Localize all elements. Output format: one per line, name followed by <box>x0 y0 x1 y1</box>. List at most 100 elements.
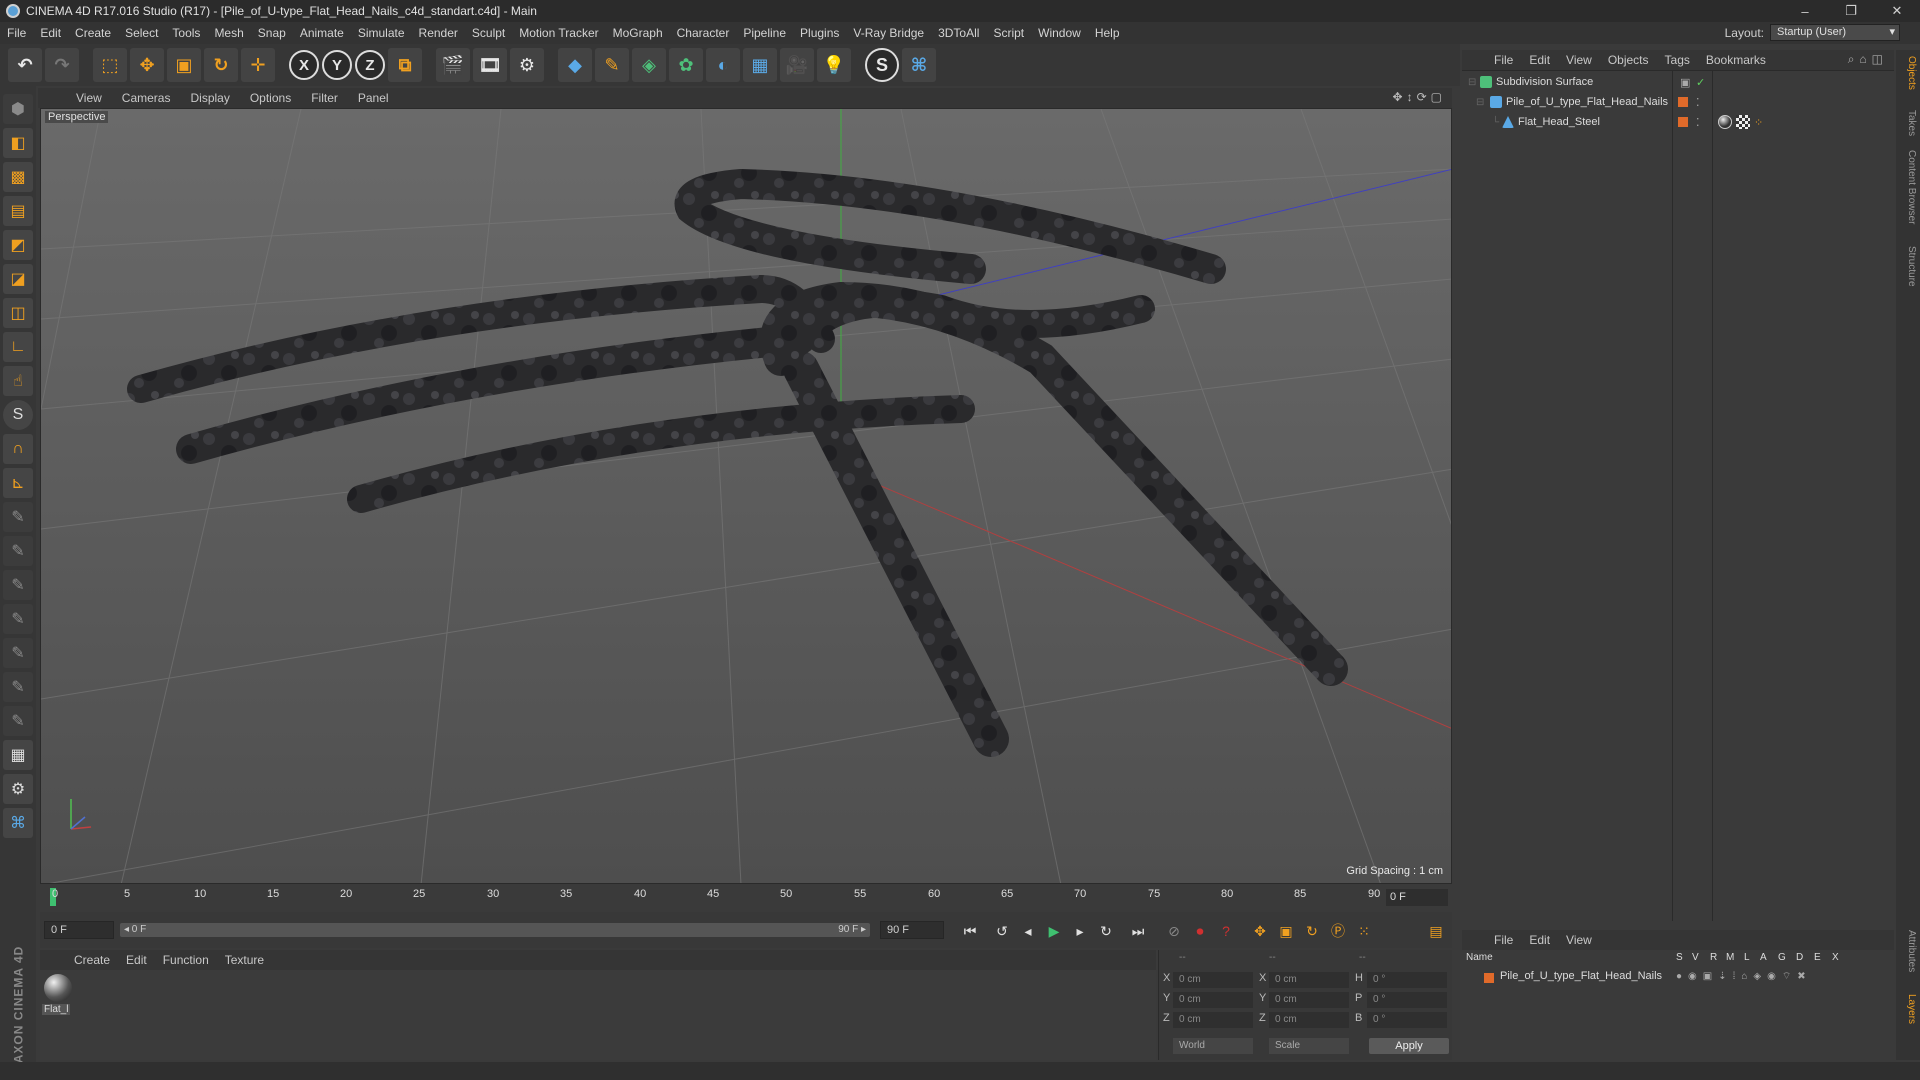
layer-menu-view[interactable]: View <box>1558 933 1600 947</box>
material-menu-texture[interactable]: Texture <box>217 953 272 967</box>
layer-toggle-icons[interactable]: ●◉▣⇣⁞⌂◈◉⌔✖ <box>1676 970 1812 983</box>
magnet-icon[interactable]: ∩ <box>3 434 33 464</box>
menu-animate[interactable]: Animate <box>293 26 351 40</box>
layout-dropdown[interactable]: Startup (User) <box>1770 24 1900 41</box>
coordinate-system-icon[interactable]: ⧉ <box>388 48 422 82</box>
side-tab-layers[interactable]: Layers <box>1899 994 1917 1024</box>
make-editable-icon[interactable]: ⬢ <box>3 94 33 124</box>
next-frame-icon[interactable]: ▸ <box>1068 920 1092 942</box>
go-to-start-icon[interactable]: ⏮ <box>958 920 982 942</box>
axis-mode-icon[interactable]: ∟ <box>3 332 33 362</box>
size-x-field[interactable]: 0 cm <box>1269 972 1349 988</box>
key-position-icon[interactable]: ✥ <box>1248 920 1272 942</box>
tweak-mode-icon[interactable]: ☝ <box>3 366 33 396</box>
sculpt-brush-3-icon[interactable]: ✎ <box>3 570 33 600</box>
side-tab-takes[interactable]: Takes <box>1899 110 1917 136</box>
menu-select[interactable]: Select <box>118 26 165 40</box>
objects-menu-file[interactable]: File <box>1486 53 1521 67</box>
render-picture-viewer-icon[interactable]: 🎞 <box>473 48 507 82</box>
menu-character[interactable]: Character <box>670 26 737 40</box>
preview-range-slider[interactable]: ◂ 0 F 90 F ▸ <box>120 923 870 937</box>
minimize-button[interactable]: – <box>1782 0 1828 22</box>
size-z-field[interactable]: 0 cm <box>1269 1012 1349 1028</box>
polygons-mode-icon[interactable]: ◫ <box>3 298 33 328</box>
menu-create[interactable]: Create <box>68 26 118 40</box>
rotation-p-field[interactable]: 0 ° <box>1367 992 1447 1008</box>
render-settings-icon[interactable]: ⚙ <box>510 48 544 82</box>
menu-motion-tracker[interactable]: Motion Tracker <box>512 26 605 40</box>
autokeying-icon[interactable]: ? <box>1214 920 1238 942</box>
viewport-menu-cameras[interactable]: Cameras <box>112 91 181 105</box>
position-y-field[interactable]: 0 cm <box>1173 992 1253 1008</box>
array-icon[interactable]: ✿ <box>669 48 703 82</box>
material-name-label[interactable]: Flat_l <box>42 1004 71 1015</box>
python-icon[interactable]: ⌘ <box>902 48 936 82</box>
sculpt-brush-6-icon[interactable]: ✎ <box>3 672 33 702</box>
object-row[interactable]: └ Flat_Head_Steel ⁚ ⁘ <box>1462 113 1894 131</box>
model-mode-icon[interactable]: ◧ <box>3 128 33 158</box>
current-frame-field[interactable]: 0 F <box>1386 889 1448 906</box>
visibility-dots-icon[interactable]: ⁚ <box>1696 116 1700 129</box>
rotation-b-field[interactable]: 0 ° <box>1367 1012 1447 1028</box>
render-view-icon[interactable]: 🎬 <box>436 48 470 82</box>
key-rotation-icon[interactable]: ↻ <box>1300 920 1324 942</box>
points-mode-icon[interactable]: ◩ <box>3 230 33 260</box>
workplane-icon[interactable]: ⚙ <box>3 774 33 804</box>
menu-edit[interactable]: Edit <box>33 26 68 40</box>
3d-viewport[interactable]: Perspective Grid Spacing : 1 cm <box>40 108 1452 884</box>
side-tab-structure[interactable]: Structure <box>1899 246 1917 287</box>
lock-workplane-icon[interactable]: ▦ <box>3 740 33 770</box>
menu-vray-bridge[interactable]: V-Ray Bridge <box>846 26 931 40</box>
rotation-h-field[interactable]: 0 ° <box>1367 972 1447 988</box>
z-axis-lock-icon[interactable]: Z <box>355 50 385 80</box>
move-tool-icon[interactable]: ✥ <box>130 48 164 82</box>
vray-icon[interactable]: S <box>865 48 899 82</box>
material-tag-icon[interactable] <box>1718 115 1732 129</box>
sculpt-brush-1-icon[interactable]: ✎ <box>3 502 33 532</box>
menu-pipeline[interactable]: Pipeline <box>736 26 793 40</box>
x-axis-lock-icon[interactable]: X <box>289 50 319 80</box>
end-frame-field[interactable]: 90 F <box>880 921 944 939</box>
maximize-button[interactable]: ❐ <box>1828 0 1874 22</box>
position-z-field[interactable]: 0 cm <box>1173 1012 1253 1028</box>
viewport-menu-display[interactable]: Display <box>180 91 239 105</box>
light-icon[interactable]: 💡 <box>817 48 851 82</box>
viewport-menu-view[interactable]: View <box>66 91 112 105</box>
visibility-dots-icon[interactable]: ⁚ <box>1696 96 1700 109</box>
viewport-menu-options[interactable]: Options <box>240 91 301 105</box>
go-to-end-icon[interactable]: ⏭ <box>1126 920 1150 942</box>
menu-help[interactable]: Help <box>1088 26 1127 40</box>
floor-icon[interactable]: ▦ <box>743 48 777 82</box>
layer-row[interactable]: Pile_of_U_type_Flat_Head_Nails ●◉▣⇣⁞⌂◈◉⌔… <box>1462 970 1894 986</box>
side-tab-content-browser[interactable]: Content Browser <box>1899 150 1917 224</box>
play-icon[interactable]: ▶ <box>1042 920 1066 942</box>
layer-color-swatch[interactable] <box>1484 973 1494 983</box>
sculpt-brush-4-icon[interactable]: ✎ <box>3 604 33 634</box>
layer-menu-file[interactable]: File <box>1486 933 1521 947</box>
material-menu-edit[interactable]: Edit <box>118 953 155 967</box>
objects-menu-objects[interactable]: Objects <box>1600 53 1657 67</box>
snap-icon[interactable]: S <box>3 400 33 430</box>
object-name[interactable]: Subdivision Surface <box>1496 76 1593 88</box>
timeline-window-icon[interactable]: ▤ <box>1424 920 1448 942</box>
object-manager-search-icons[interactable]: ⌕⌂◫ <box>1848 52 1888 67</box>
viewport-navigation-icons[interactable]: ✥↕⟳▢ <box>1393 90 1446 104</box>
menu-snap[interactable]: Snap <box>251 26 293 40</box>
previous-frame-icon[interactable]: ◂ <box>1016 920 1040 942</box>
scale-tool-icon[interactable]: ▣ <box>167 48 201 82</box>
nurbs-icon[interactable]: ◈ <box>632 48 666 82</box>
record-motion-icon[interactable]: ⊘ <box>1162 920 1186 942</box>
key-scale-icon[interactable]: ▣ <box>1274 920 1298 942</box>
viewport-menu-panel[interactable]: Panel <box>348 91 399 105</box>
object-name[interactable]: Flat_Head_Steel <box>1518 116 1600 128</box>
coordinate-mode-dropdown[interactable]: World <box>1173 1038 1253 1054</box>
sculpt-brush-2-icon[interactable]: ✎ <box>3 536 33 566</box>
previous-key-icon[interactable]: ↺ <box>990 920 1014 942</box>
layer-menu-edit[interactable]: Edit <box>1521 933 1558 947</box>
material-menu-function[interactable]: Function <box>155 953 217 967</box>
apply-button[interactable]: Apply <box>1369 1038 1449 1054</box>
menu-script[interactable]: Script <box>986 26 1031 40</box>
viewport-menu-filter[interactable]: Filter <box>301 91 348 105</box>
layer-name[interactable]: Pile_of_U_type_Flat_Head_Nails <box>1500 970 1662 982</box>
record-active-objects-icon[interactable]: ⏺ <box>1188 920 1212 942</box>
